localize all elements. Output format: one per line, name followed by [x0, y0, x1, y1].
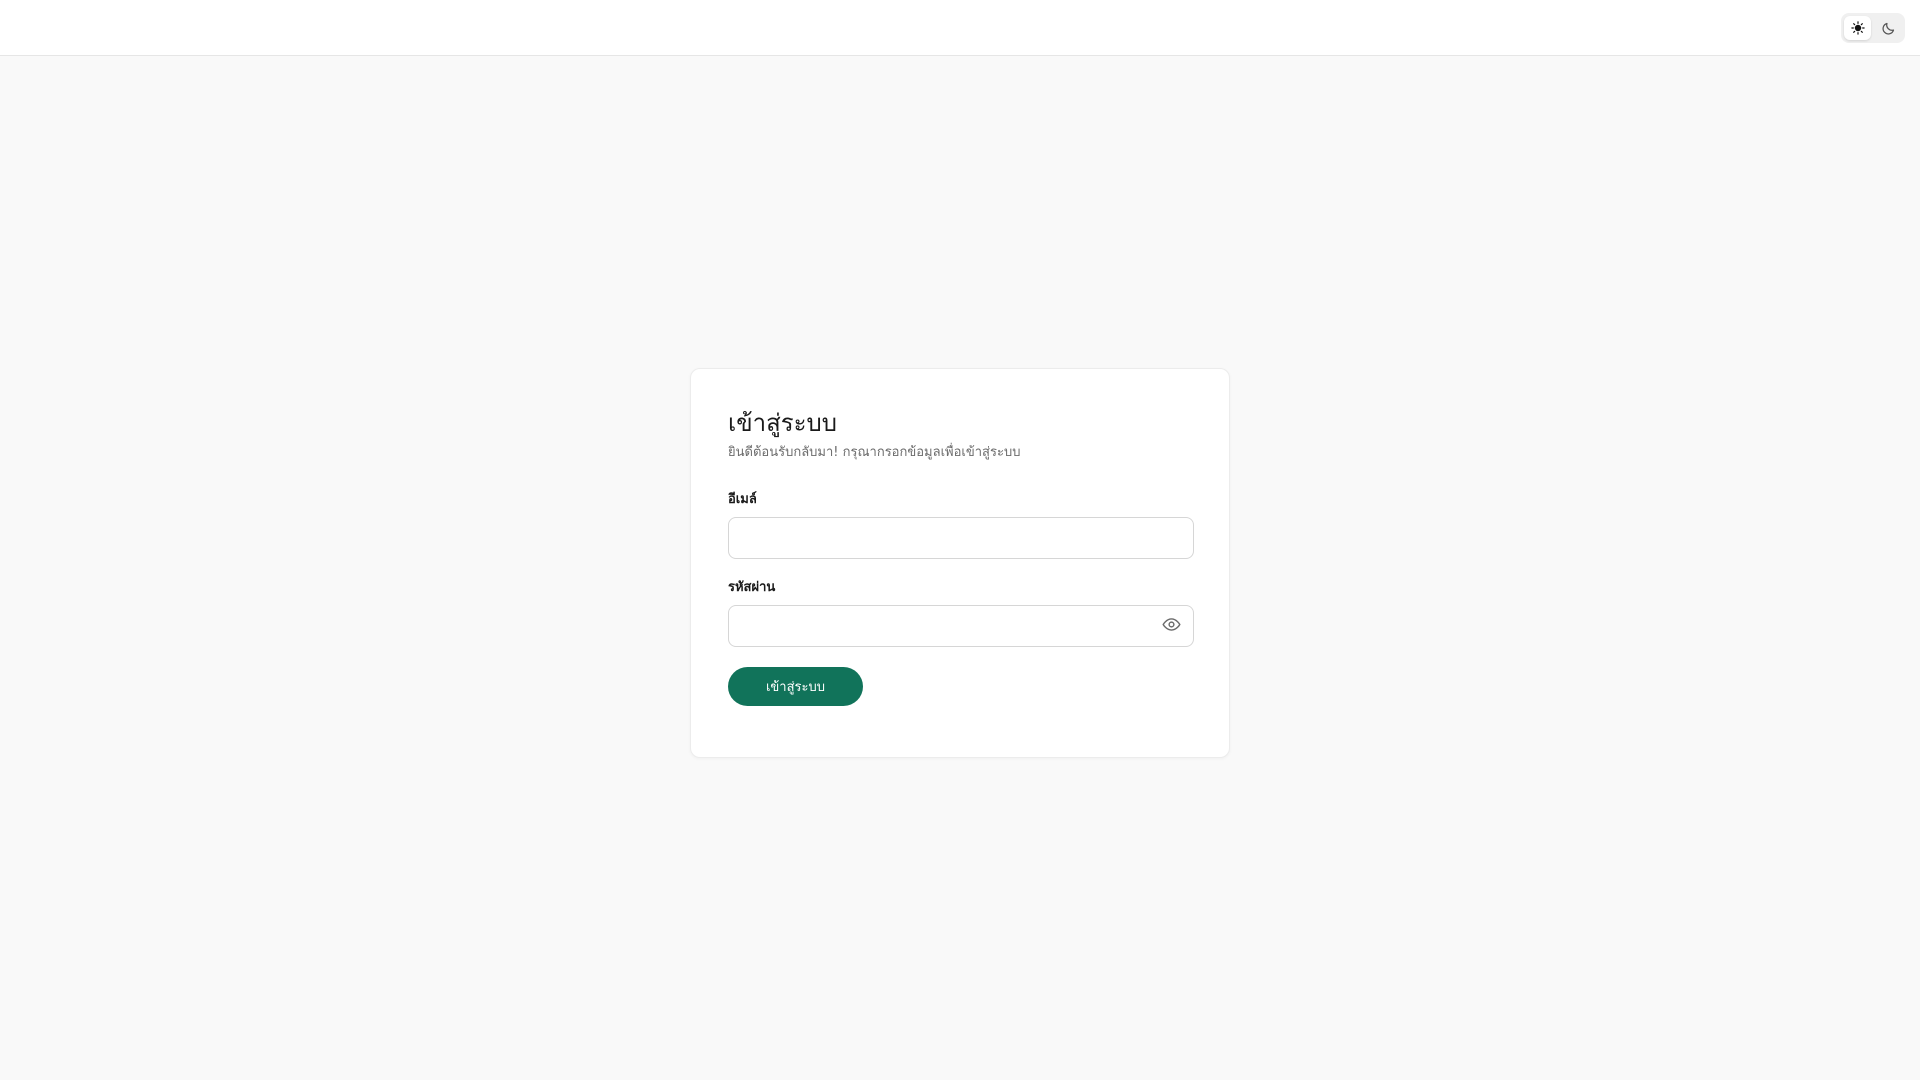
email-field-wrapper: [728, 517, 1194, 559]
show-password-button[interactable]: [1158, 613, 1184, 639]
sun-icon: [1850, 21, 1865, 35]
page-title: เข้าสู่ระบบ: [728, 409, 837, 437]
theme-toggle: [1841, 13, 1905, 43]
page-subtitle: ยินดีต้อนรับกลับมา! กรุณากรอกข้อมูลเพื่อ…: [728, 445, 1021, 460]
eye-icon: [1161, 615, 1181, 638]
top-bar: [0, 0, 1920, 56]
password-label: รหัสผ่าน: [728, 580, 776, 595]
login-submit-button[interactable]: เข้าสู่ระบบ: [728, 667, 863, 706]
email-label: อีเมล์: [728, 492, 757, 507]
login-card: เข้าสู่ระบบ ยินดีต้อนรับกลับมา! กรุณากรอ…: [690, 368, 1230, 758]
moon-icon: [1881, 21, 1896, 36]
dark-theme-button[interactable]: [1875, 16, 1902, 40]
light-theme-button[interactable]: [1844, 16, 1871, 40]
password-field-wrapper: [728, 605, 1194, 647]
email-input[interactable]: [728, 517, 1194, 559]
password-input[interactable]: [728, 605, 1194, 647]
